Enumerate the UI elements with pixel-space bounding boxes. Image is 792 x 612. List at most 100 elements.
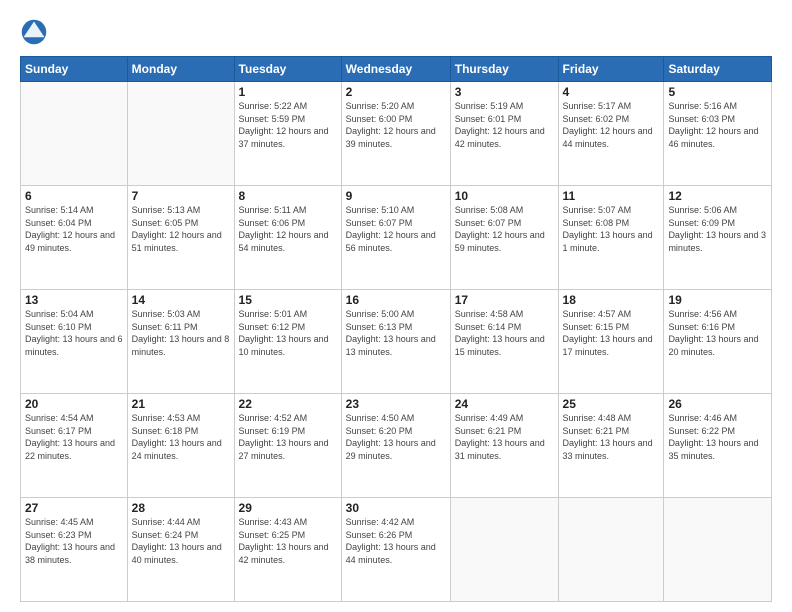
day-number: 29	[239, 501, 337, 515]
calendar-cell: 13Sunrise: 5:04 AMSunset: 6:10 PMDayligh…	[21, 290, 128, 394]
day-number: 25	[563, 397, 660, 411]
day-number: 13	[25, 293, 123, 307]
weekday-tuesday: Tuesday	[234, 57, 341, 82]
calendar-cell: 17Sunrise: 4:58 AMSunset: 6:14 PMDayligh…	[450, 290, 558, 394]
day-info: Sunrise: 4:49 AMSunset: 6:21 PMDaylight:…	[455, 412, 554, 462]
calendar-cell: 12Sunrise: 5:06 AMSunset: 6:09 PMDayligh…	[664, 186, 772, 290]
day-number: 28	[132, 501, 230, 515]
calendar-cell: 23Sunrise: 4:50 AMSunset: 6:20 PMDayligh…	[341, 394, 450, 498]
day-number: 30	[346, 501, 446, 515]
calendar-cell: 11Sunrise: 5:07 AMSunset: 6:08 PMDayligh…	[558, 186, 664, 290]
day-number: 8	[239, 189, 337, 203]
day-number: 12	[668, 189, 767, 203]
day-info: Sunrise: 5:19 AMSunset: 6:01 PMDaylight:…	[455, 100, 554, 150]
day-number: 7	[132, 189, 230, 203]
day-number: 11	[563, 189, 660, 203]
day-info: Sunrise: 5:08 AMSunset: 6:07 PMDaylight:…	[455, 204, 554, 254]
day-number: 26	[668, 397, 767, 411]
day-info: Sunrise: 4:54 AMSunset: 6:17 PMDaylight:…	[25, 412, 123, 462]
day-info: Sunrise: 5:00 AMSunset: 6:13 PMDaylight:…	[346, 308, 446, 358]
day-number: 16	[346, 293, 446, 307]
day-info: Sunrise: 5:13 AMSunset: 6:05 PMDaylight:…	[132, 204, 230, 254]
calendar-cell: 18Sunrise: 4:57 AMSunset: 6:15 PMDayligh…	[558, 290, 664, 394]
calendar-cell: 9Sunrise: 5:10 AMSunset: 6:07 PMDaylight…	[341, 186, 450, 290]
page: SundayMondayTuesdayWednesdayThursdayFrid…	[0, 0, 792, 612]
calendar-cell: 8Sunrise: 5:11 AMSunset: 6:06 PMDaylight…	[234, 186, 341, 290]
calendar-cell: 19Sunrise: 4:56 AMSunset: 6:16 PMDayligh…	[664, 290, 772, 394]
logo	[20, 18, 52, 46]
day-number: 14	[132, 293, 230, 307]
calendar-row: 6Sunrise: 5:14 AMSunset: 6:04 PMDaylight…	[21, 186, 772, 290]
day-info: Sunrise: 5:20 AMSunset: 6:00 PMDaylight:…	[346, 100, 446, 150]
calendar-cell: 6Sunrise: 5:14 AMSunset: 6:04 PMDaylight…	[21, 186, 128, 290]
day-info: Sunrise: 4:43 AMSunset: 6:25 PMDaylight:…	[239, 516, 337, 566]
weekday-monday: Monday	[127, 57, 234, 82]
day-info: Sunrise: 5:17 AMSunset: 6:02 PMDaylight:…	[563, 100, 660, 150]
day-info: Sunrise: 4:57 AMSunset: 6:15 PMDaylight:…	[563, 308, 660, 358]
day-info: Sunrise: 4:58 AMSunset: 6:14 PMDaylight:…	[455, 308, 554, 358]
day-number: 10	[455, 189, 554, 203]
calendar-cell	[558, 498, 664, 602]
day-number: 3	[455, 85, 554, 99]
day-number: 19	[668, 293, 767, 307]
calendar-cell: 28Sunrise: 4:44 AMSunset: 6:24 PMDayligh…	[127, 498, 234, 602]
day-info: Sunrise: 4:46 AMSunset: 6:22 PMDaylight:…	[668, 412, 767, 462]
day-info: Sunrise: 5:10 AMSunset: 6:07 PMDaylight:…	[346, 204, 446, 254]
day-number: 27	[25, 501, 123, 515]
weekday-saturday: Saturday	[664, 57, 772, 82]
day-number: 21	[132, 397, 230, 411]
calendar-cell: 15Sunrise: 5:01 AMSunset: 6:12 PMDayligh…	[234, 290, 341, 394]
day-info: Sunrise: 5:01 AMSunset: 6:12 PMDaylight:…	[239, 308, 337, 358]
day-number: 1	[239, 85, 337, 99]
weekday-thursday: Thursday	[450, 57, 558, 82]
calendar-cell: 10Sunrise: 5:08 AMSunset: 6:07 PMDayligh…	[450, 186, 558, 290]
calendar-row: 27Sunrise: 4:45 AMSunset: 6:23 PMDayligh…	[21, 498, 772, 602]
day-info: Sunrise: 4:48 AMSunset: 6:21 PMDaylight:…	[563, 412, 660, 462]
calendar-cell: 14Sunrise: 5:03 AMSunset: 6:11 PMDayligh…	[127, 290, 234, 394]
calendar-cell: 30Sunrise: 4:42 AMSunset: 6:26 PMDayligh…	[341, 498, 450, 602]
calendar-cell	[450, 498, 558, 602]
day-info: Sunrise: 5:16 AMSunset: 6:03 PMDaylight:…	[668, 100, 767, 150]
calendar-row: 1Sunrise: 5:22 AMSunset: 5:59 PMDaylight…	[21, 82, 772, 186]
day-number: 22	[239, 397, 337, 411]
day-info: Sunrise: 5:03 AMSunset: 6:11 PMDaylight:…	[132, 308, 230, 358]
calendar-cell: 7Sunrise: 5:13 AMSunset: 6:05 PMDaylight…	[127, 186, 234, 290]
day-number: 5	[668, 85, 767, 99]
day-info: Sunrise: 5:11 AMSunset: 6:06 PMDaylight:…	[239, 204, 337, 254]
day-info: Sunrise: 4:50 AMSunset: 6:20 PMDaylight:…	[346, 412, 446, 462]
calendar-cell	[127, 82, 234, 186]
day-info: Sunrise: 5:14 AMSunset: 6:04 PMDaylight:…	[25, 204, 123, 254]
calendar-cell: 2Sunrise: 5:20 AMSunset: 6:00 PMDaylight…	[341, 82, 450, 186]
calendar-cell: 21Sunrise: 4:53 AMSunset: 6:18 PMDayligh…	[127, 394, 234, 498]
day-info: Sunrise: 4:53 AMSunset: 6:18 PMDaylight:…	[132, 412, 230, 462]
day-number: 6	[25, 189, 123, 203]
day-info: Sunrise: 4:44 AMSunset: 6:24 PMDaylight:…	[132, 516, 230, 566]
calendar-cell: 1Sunrise: 5:22 AMSunset: 5:59 PMDaylight…	[234, 82, 341, 186]
day-number: 24	[455, 397, 554, 411]
calendar-cell: 24Sunrise: 4:49 AMSunset: 6:21 PMDayligh…	[450, 394, 558, 498]
day-number: 9	[346, 189, 446, 203]
calendar-cell: 26Sunrise: 4:46 AMSunset: 6:22 PMDayligh…	[664, 394, 772, 498]
day-info: Sunrise: 4:56 AMSunset: 6:16 PMDaylight:…	[668, 308, 767, 358]
day-number: 20	[25, 397, 123, 411]
calendar-cell	[664, 498, 772, 602]
calendar-cell	[21, 82, 128, 186]
calendar-row: 13Sunrise: 5:04 AMSunset: 6:10 PMDayligh…	[21, 290, 772, 394]
day-number: 4	[563, 85, 660, 99]
day-info: Sunrise: 5:07 AMSunset: 6:08 PMDaylight:…	[563, 204, 660, 254]
day-info: Sunrise: 5:04 AMSunset: 6:10 PMDaylight:…	[25, 308, 123, 358]
weekday-sunday: Sunday	[21, 57, 128, 82]
day-info: Sunrise: 4:45 AMSunset: 6:23 PMDaylight:…	[25, 516, 123, 566]
calendar-cell: 16Sunrise: 5:00 AMSunset: 6:13 PMDayligh…	[341, 290, 450, 394]
weekday-wednesday: Wednesday	[341, 57, 450, 82]
calendar-cell: 3Sunrise: 5:19 AMSunset: 6:01 PMDaylight…	[450, 82, 558, 186]
day-info: Sunrise: 4:42 AMSunset: 6:26 PMDaylight:…	[346, 516, 446, 566]
header	[20, 18, 772, 46]
day-number: 2	[346, 85, 446, 99]
day-number: 23	[346, 397, 446, 411]
calendar-cell: 20Sunrise: 4:54 AMSunset: 6:17 PMDayligh…	[21, 394, 128, 498]
calendar-cell: 29Sunrise: 4:43 AMSunset: 6:25 PMDayligh…	[234, 498, 341, 602]
calendar-cell: 25Sunrise: 4:48 AMSunset: 6:21 PMDayligh…	[558, 394, 664, 498]
day-number: 15	[239, 293, 337, 307]
day-info: Sunrise: 5:06 AMSunset: 6:09 PMDaylight:…	[668, 204, 767, 254]
